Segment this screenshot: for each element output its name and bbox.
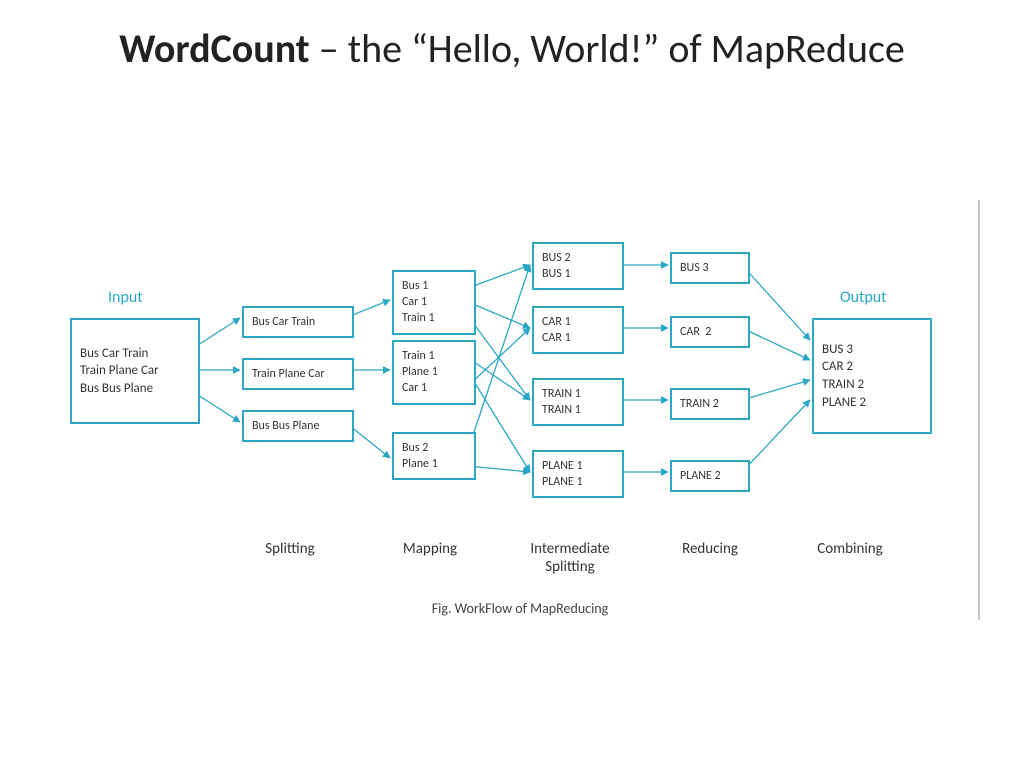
reduce-node-4: PLANE 2 [670,460,750,492]
map-node-2: Train 1 Plane 1 Car 1 [392,340,476,405]
title-bold: WordCount [119,24,310,73]
stage-combining: Combining [790,540,910,558]
split-node-3: Bus Bus Plane [242,410,354,442]
intermediate-node-1: BUS 2 BUS 1 [532,242,624,290]
map-node-3: Bus 2 Plane 1 [392,432,476,480]
input-node: Bus Car Train Train Plane Car Bus Bus Pl… [70,318,200,424]
reduce-node-1: BUS 3 [670,252,750,284]
split-node-2: Train Plane Car [242,358,354,390]
stage-mapping: Mapping [370,540,490,558]
input-label: Input [108,288,143,307]
stage-splitting: Splitting [230,540,350,558]
map-node-1: Bus 1 Car 1 Train 1 [392,270,476,335]
stage-intermediate: Intermediate Splitting [510,540,630,576]
output-node: BUS 3 CAR 2 TRAIN 2 PLANE 2 [812,318,932,434]
slide-title: WordCount – the “Hello, World!” of MapRe… [0,24,1024,74]
mapreduce-diagram: Input Bus Car Train Train Plane Car Bus … [70,210,970,630]
right-separator [978,200,980,620]
slide: WordCount – the “Hello, World!” of MapRe… [0,0,1024,768]
stage-reducing: Reducing [650,540,770,558]
intermediate-node-2: CAR 1 CAR 1 [532,306,624,354]
output-label: Output [840,288,887,307]
title-rest: – the “Hello, World!” of MapReduce [310,24,905,73]
split-node-1: Bus Car Train [242,306,354,338]
intermediate-node-3: TRAIN 1 TRAIN 1 [532,378,624,426]
intermediate-node-4: PLANE 1 PLANE 1 [532,450,624,498]
reduce-node-2: CAR 2 [670,316,750,348]
reduce-node-3: TRAIN 2 [670,388,750,420]
figure-caption: Fig. WorkFlow of MapReducing [370,600,670,617]
